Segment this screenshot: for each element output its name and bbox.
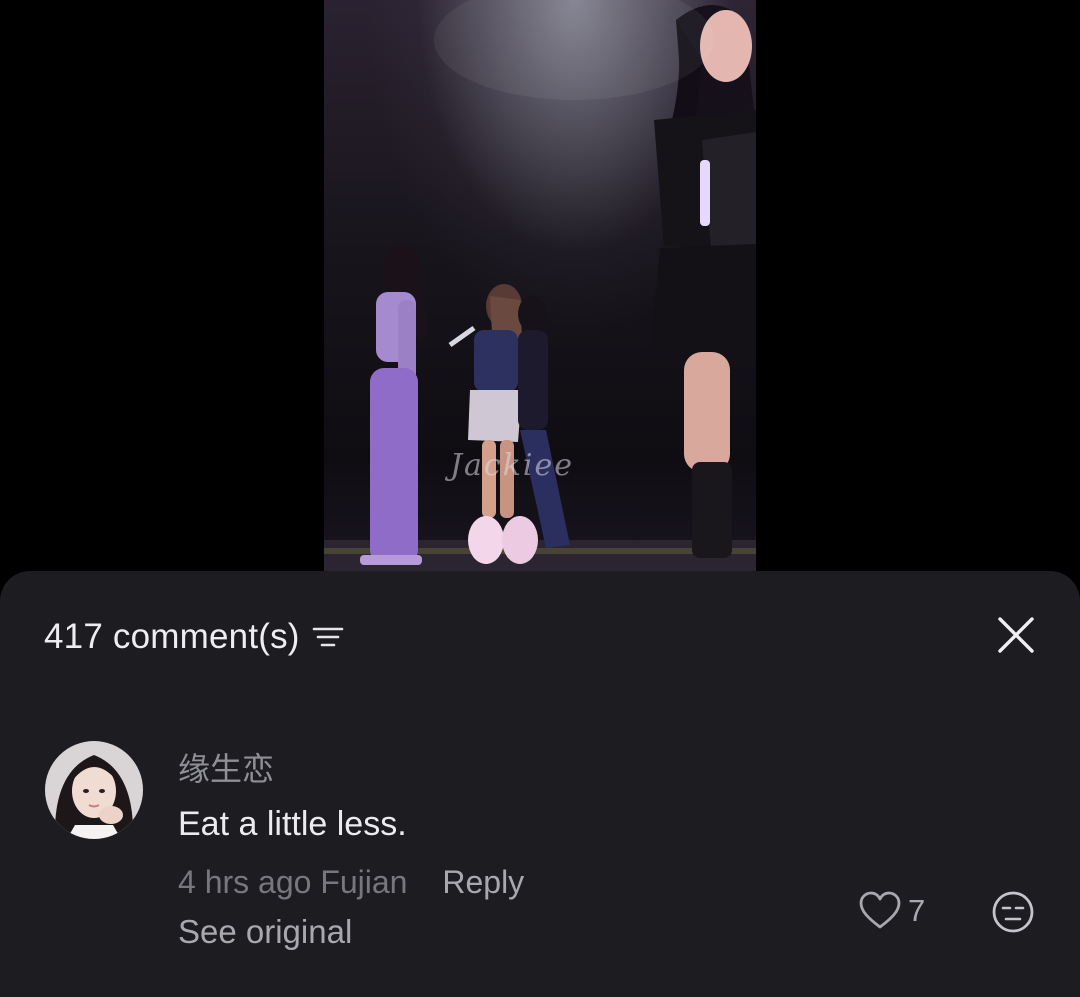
comments-sheet: 417 comment(s) 缘生恋 Eat a little less. 4 … — [0, 571, 1080, 997]
comment-meta: 4 hrs ago Fujian Reply — [178, 864, 524, 901]
comments-header: 417 comment(s) — [44, 615, 344, 659]
concert-stage-image — [324, 0, 756, 572]
comment-time: 4 hrs ago — [178, 864, 312, 900]
like-count: 7 — [908, 893, 926, 928]
performer-right — [650, 5, 756, 558]
see-original-link[interactable]: See original — [178, 913, 352, 951]
watermark-text: Jackiee — [450, 448, 574, 483]
comment-username[interactable]: 缘生恋 — [178, 744, 274, 790]
comment-text: Eat a little less. — [178, 805, 407, 843]
performer-back — [518, 296, 570, 548]
comment-item: 缘生恋 Eat a little less. 4 hrs ago Fujian … — [0, 731, 1080, 961]
reply-button[interactable]: Reply — [442, 864, 524, 900]
emoji-face-icon — [992, 891, 1034, 933]
video-player[interactable]: Jackiee — [324, 0, 756, 572]
comment-count-label: 417 comment(s) — [44, 617, 300, 656]
comment-location: Fujian — [320, 864, 408, 900]
performer-left — [360, 244, 428, 565]
avatar[interactable] — [45, 741, 143, 839]
close-icon — [998, 617, 1034, 653]
close-button[interactable] — [996, 615, 1036, 655]
like-button[interactable]: 7 — [858, 891, 925, 931]
reaction-button[interactable] — [992, 891, 1034, 933]
filter-lines-icon[interactable] — [312, 623, 344, 651]
heart-outline-icon — [859, 891, 901, 929]
app-screen: Jackiee 417 comment(s) 缘生恋 Eat a little … — [0, 0, 1080, 997]
